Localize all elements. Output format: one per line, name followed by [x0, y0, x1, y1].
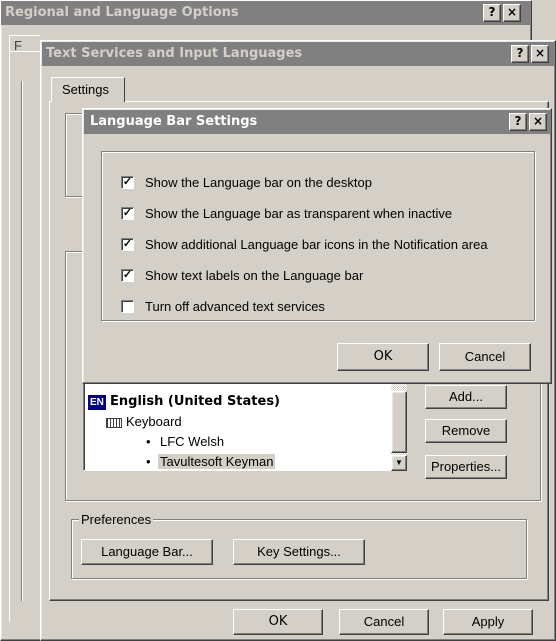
- tab-settings[interactable]: Settings: [51, 77, 125, 102]
- text-labels-label: Show text labels on the Language bar: [145, 268, 364, 283]
- scroll-down-button[interactable]: ▼: [391, 455, 407, 471]
- cancel-button[interactable]: Cancel: [339, 609, 429, 635]
- ok-button[interactable]: OK: [233, 609, 323, 635]
- remove-button[interactable]: Remove: [425, 419, 507, 443]
- scroll-thumb[interactable]: [391, 391, 407, 453]
- keyboard-icon: [106, 418, 122, 428]
- properties-button[interactable]: Properties...: [425, 455, 507, 479]
- regional-options-titlebar: Regional and Language Options: [1, 1, 531, 25]
- text-services-help-button[interactable]: ?: [511, 45, 529, 63]
- language-bar-titlebar: Language Bar Settings: [84, 110, 550, 134]
- text-services-title: Text Services and Input Languages: [46, 46, 303, 61]
- turn-off-advanced-label: Turn off advanced text services: [145, 299, 325, 314]
- language-bar-cancel-button[interactable]: Cancel: [439, 343, 531, 371]
- key-settings-button[interactable]: Key Settings...: [233, 539, 365, 565]
- language-bar-button[interactable]: Language Bar...: [81, 539, 213, 565]
- layout-label-selected: Tavultesoft Keyman: [158, 454, 276, 469]
- transparent-label: Show the Language bar as transparent whe…: [145, 206, 453, 221]
- layout-bullet: •: [146, 454, 151, 469]
- regional-options-title: Regional and Language Options: [5, 5, 239, 20]
- apply-button[interactable]: Apply: [443, 609, 533, 635]
- layout-label: US: [160, 468, 178, 470]
- show-on-desktop-label: Show the Language bar on the desktop: [145, 175, 372, 190]
- preferences-group-label: Preferences: [79, 512, 154, 527]
- language-bar-ok-button[interactable]: OK: [337, 343, 429, 371]
- regional-help-button[interactable]: ?: [483, 4, 501, 22]
- layout-bullet: •: [146, 434, 151, 449]
- language-bar-help-button[interactable]: ?: [509, 113, 527, 131]
- language-bar-close-button[interactable]: ×: [529, 113, 547, 131]
- option-notification-icons[interactable]: ✓ Show additional Language bar icons in …: [121, 237, 541, 253]
- language-bar-title: Language Bar Settings: [90, 114, 258, 129]
- language-en-icon: EN: [88, 395, 106, 410]
- add-button[interactable]: Add...: [425, 385, 507, 409]
- regional-tab-label: F: [14, 38, 22, 53]
- regional-inner-line: [21, 81, 22, 601]
- option-turn-off-advanced[interactable]: Turn off advanced text services: [121, 299, 521, 315]
- option-text-labels[interactable]: ✓ Show text labels on the Language bar: [121, 268, 521, 284]
- option-transparent[interactable]: ✓ Show the Language bar as transparent w…: [121, 206, 521, 222]
- language-label: English (United States): [110, 394, 281, 409]
- text-labels-checkbox[interactable]: ✓: [121, 269, 134, 282]
- regional-close-button[interactable]: ×: [503, 4, 521, 22]
- show-on-desktop-checkbox[interactable]: ✓: [121, 176, 134, 189]
- notification-icons-label: Show additional Language bar icons in th…: [145, 237, 488, 252]
- transparent-checkbox[interactable]: ✓: [121, 207, 134, 220]
- language-bar-settings-dialog: Language Bar Settings ? × ✓ Show the Lan…: [82, 108, 552, 384]
- chevron-down-icon: ▼: [395, 458, 403, 467]
- tab-settings-label: Settings: [62, 82, 109, 97]
- text-services-titlebar: Text Services and Input Languages: [42, 42, 554, 66]
- layout-label: LFC Welsh: [160, 434, 225, 449]
- notification-icons-checkbox[interactable]: ✓: [121, 238, 134, 251]
- option-show-on-desktop[interactable]: ✓ Show the Language bar on the desktop: [121, 175, 521, 191]
- regional-tab-fragment[interactable]: F: [9, 35, 40, 54]
- turn-off-advanced-checkbox[interactable]: [121, 300, 134, 313]
- keyboard-label: Keyboard: [126, 414, 182, 429]
- text-services-close-button[interactable]: ×: [531, 45, 549, 63]
